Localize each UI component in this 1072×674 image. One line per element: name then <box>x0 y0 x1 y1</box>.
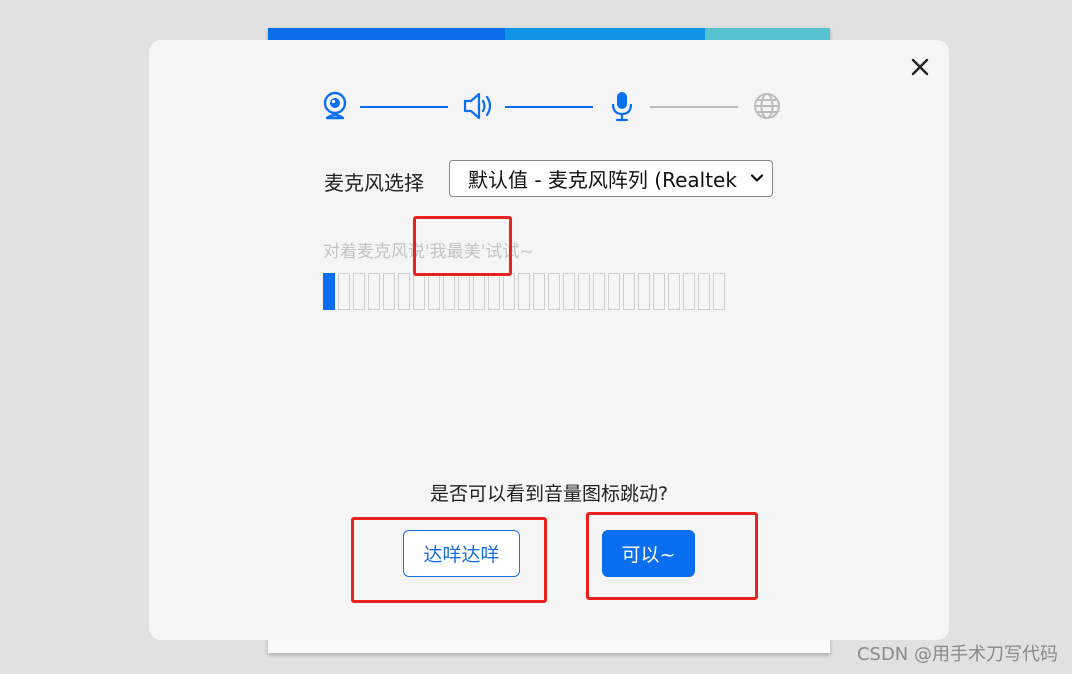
step-connector <box>360 106 448 108</box>
volume-meter-cell <box>608 273 620 310</box>
volume-meter-cell <box>653 273 665 310</box>
step-connector <box>505 106 593 108</box>
volume-meter-cell <box>368 273 380 310</box>
webcam-icon <box>323 91 347 120</box>
volume-meter-cell <box>443 273 455 310</box>
volume-meter-cell <box>578 273 590 310</box>
volume-meter-cell <box>623 273 635 310</box>
chevron-down-icon <box>750 174 764 182</box>
volume-meter-cell <box>353 273 365 310</box>
volume-meter-cell <box>398 273 410 310</box>
volume-meter <box>323 273 725 310</box>
volume-meter-cell <box>638 273 650 310</box>
volume-question: 是否可以看到音量图标跳动? <box>429 483 669 505</box>
annotation-box <box>586 512 758 600</box>
speaker-icon <box>463 92 492 120</box>
watermark: CSDN @用手术刀写代码 <box>856 644 1058 665</box>
volume-meter-cell <box>713 273 725 310</box>
volume-meter-cell <box>593 273 605 310</box>
microphone-icon <box>611 92 633 122</box>
volume-meter-cell <box>548 273 560 310</box>
mic-select-value: 默认值 - 麦克风阵列 (Realtek( <box>468 168 738 192</box>
volume-meter-cell <box>458 273 470 310</box>
volume-meter-cell <box>338 273 350 310</box>
volume-meter-cell <box>413 273 425 310</box>
annotation-box <box>351 517 547 603</box>
volume-meter-cell <box>683 273 695 310</box>
mic-select-label: 麦克风选择 <box>324 171 424 195</box>
step-connector <box>650 106 738 108</box>
mic-select-dropdown[interactable]: 默认值 - 麦克风阵列 (Realtek( <box>449 160 773 197</box>
globe-icon <box>754 93 780 119</box>
volume-meter-cell <box>473 273 485 310</box>
annotation-box <box>413 216 512 276</box>
volume-meter-cell <box>323 273 335 310</box>
volume-meter-cell <box>698 273 710 310</box>
volume-meter-cell <box>563 273 575 310</box>
volume-meter-cell <box>383 273 395 310</box>
volume-meter-cell <box>503 273 515 310</box>
close-icon <box>911 58 929 76</box>
volume-meter-cell <box>668 273 680 310</box>
volume-meter-cell <box>518 273 530 310</box>
close-button[interactable] <box>908 55 932 79</box>
volume-meter-cell <box>533 273 545 310</box>
setup-steps <box>319 90 784 122</box>
mic-test-dialog: 麦克风选择 默认值 - 麦克风阵列 (Realtek( 对着麦克风说'我最美'试… <box>149 40 949 640</box>
volume-meter-cell <box>488 273 500 310</box>
volume-meter-cell <box>428 273 440 310</box>
